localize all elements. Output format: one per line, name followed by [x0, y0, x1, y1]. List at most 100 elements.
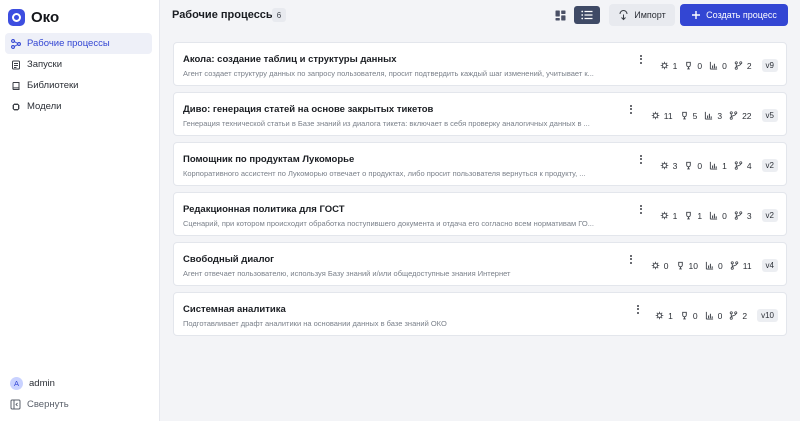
grid-view-button[interactable] [550, 7, 570, 23]
workflow-stats: 1 0 0 2 v9 [660, 59, 778, 72]
version-badge: v2 [761, 159, 778, 172]
stat-value: 0 [697, 60, 703, 71]
import-button[interactable]: Импорт [609, 4, 675, 26]
more-menu-icon[interactable] [634, 302, 642, 316]
cpu-icon [12, 102, 20, 111]
trophy-icon [686, 211, 692, 220]
collapse-sidebar-button[interactable]: Свернуть [10, 399, 69, 410]
stat-value: 11 [663, 110, 673, 121]
workflow-description: Подготавливает драфт аналитики на основа… [183, 319, 447, 328]
stat-value: 5 [692, 110, 698, 121]
user-name: admin [29, 378, 55, 389]
branch-icon [734, 211, 743, 220]
app-name: Око [31, 8, 60, 26]
stat-value: 0 [722, 210, 727, 221]
sidebar-item-label: Запуски [27, 59, 63, 70]
workflow-stats: 1 1 0 3 v2 [660, 209, 778, 222]
workflow-title: Системная аналитика [183, 304, 286, 315]
bar-chart-icon [705, 311, 713, 320]
more-menu-icon[interactable] [627, 102, 635, 116]
stat-value: 1 [672, 210, 678, 221]
stat-value: 0 [692, 310, 698, 321]
import-label: Импорт [634, 10, 666, 20]
workflow-description: Корпоративного ассистент по Лукоморью от… [183, 169, 586, 178]
cpu-icon [660, 161, 668, 170]
sidebar-item-models[interactable]: Модели [5, 96, 152, 117]
stat-value: 0 [663, 260, 669, 271]
workflow-card[interactable]: Свободный диалог Агент отвечает пользова… [173, 242, 787, 286]
stat-value: 2 [742, 310, 748, 321]
cpu-icon [660, 61, 668, 70]
stat-value: 0 [722, 60, 727, 71]
collapse-icon [10, 399, 21, 410]
workflow-card[interactable]: Системная аналитика Подготавливает драфт… [173, 292, 787, 336]
more-menu-icon[interactable] [637, 52, 645, 66]
version-badge: v9 [761, 59, 778, 72]
import-icon [619, 9, 628, 20]
workflow-card[interactable]: Редакционная политика для ГОСТ Сценарий,… [173, 192, 787, 236]
sidebar-item-runs[interactable]: Запуски [5, 54, 152, 75]
workflow-description: Агент создает структуру данных по запрос… [183, 69, 594, 78]
more-menu-icon[interactable] [637, 152, 645, 166]
more-menu-icon[interactable] [637, 202, 645, 216]
trophy-icon [681, 111, 687, 120]
workflow-stats: 3 0 1 4 v2 [660, 159, 778, 172]
workflow-card[interactable]: Диво: генерация статей на основе закрыты… [173, 92, 787, 136]
stat-value: 3 [717, 110, 723, 121]
workflow-stats: 0 10 0 11 v4 [651, 259, 778, 272]
trophy-icon [686, 161, 692, 170]
workflow-stats: 1 0 0 2 v10 [655, 309, 778, 322]
page-title: Рабочие процессы [172, 9, 276, 21]
workflow-title: Акола: создание таблиц и структуры данны… [183, 54, 397, 65]
stat-value: 1 [672, 60, 678, 71]
stat-value: 4 [746, 160, 752, 171]
plus-icon [692, 11, 701, 19]
bar-chart-icon [705, 261, 714, 270]
stat-value: 10 [688, 260, 698, 271]
avatar: A [10, 377, 23, 390]
branch-icon [730, 261, 738, 270]
sidebar-item-label: Модели [27, 101, 62, 112]
workflow-title: Помощник по продуктам Лукоморье [183, 154, 355, 165]
sidebar-item-label: Библиотеки [27, 80, 79, 91]
bar-chart-icon [709, 161, 718, 170]
cpu-icon [651, 261, 660, 270]
stat-value: 3 [672, 160, 678, 171]
create-label: Создать процесс [706, 10, 777, 20]
user-profile[interactable]: A admin [10, 377, 55, 390]
page-header: Рабочие процессы 6 Импорт Создать процес… [160, 0, 800, 31]
stat-value: 0 [717, 260, 723, 271]
cpu-icon [651, 111, 660, 120]
stat-value: 1 [722, 160, 727, 171]
workflow-title: Свободный диалог [183, 254, 275, 265]
cpu-icon [660, 211, 668, 220]
runs-icon [12, 60, 20, 69]
create-workflow-button[interactable]: Создать процесс [680, 4, 788, 26]
sidebar-item-libraries[interactable]: Библиотеки [5, 75, 152, 96]
stat-value: 3 [746, 210, 752, 221]
workflow-description: Агент отвечает пользователю, используя Б… [183, 269, 511, 278]
stat-value: 2 [746, 60, 752, 71]
trophy-icon [682, 311, 687, 320]
version-badge: v5 [761, 109, 778, 122]
sidebar-nav: Рабочие процессы Запуски Библиотеки Моде… [5, 33, 152, 117]
workflow-card[interactable]: Акола: создание таблиц и структуры данны… [173, 42, 787, 86]
logo-icon [8, 8, 25, 26]
branch-icon [734, 61, 743, 70]
list-icon [581, 10, 593, 20]
more-menu-icon[interactable] [627, 252, 635, 266]
sidebar-item-workflows[interactable]: Рабочие процессы [5, 33, 152, 54]
cpu-icon [655, 311, 664, 320]
workflow-title: Редакционная политика для ГОСТ [183, 204, 345, 215]
version-badge: v2 [761, 209, 778, 222]
version-badge: v10 [757, 309, 778, 322]
workflow-card[interactable]: Помощник по продуктам Лукоморье Корпорат… [173, 142, 787, 186]
trophy-icon [677, 261, 683, 270]
list-view-button[interactable] [574, 6, 600, 24]
count-badge: 6 [272, 8, 286, 22]
collapse-label: Свернуть [27, 399, 69, 410]
bar-chart-icon [709, 211, 718, 220]
app-logo[interactable]: Око [8, 6, 59, 28]
version-badge: v4 [761, 259, 778, 272]
stat-value: 22 [742, 110, 752, 121]
